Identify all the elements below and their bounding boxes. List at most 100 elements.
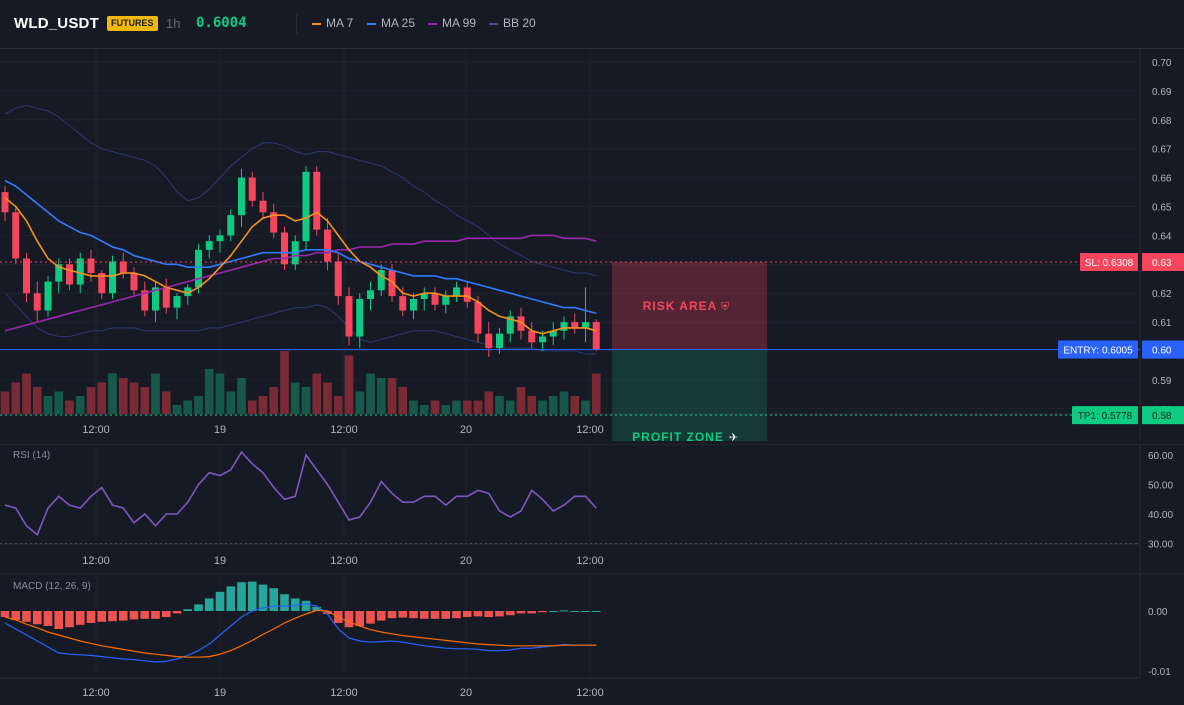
volume-bar — [204, 369, 214, 414]
rsi-tick: 40.00 — [1148, 510, 1173, 521]
rocket-icon: ✈ — [729, 431, 738, 441]
macd-hist-bar — [559, 610, 569, 612]
macd-hist-bar — [161, 611, 171, 617]
legend-ma99-label: MA 99 — [442, 16, 477, 30]
price-tick: 0.66 — [1152, 174, 1172, 185]
macd-hist-bar — [441, 611, 451, 619]
macd-hist-bar — [22, 611, 31, 622]
candle-body — [582, 322, 589, 328]
legend-bb20[interactable]: BB 20 — [489, 16, 536, 30]
level-tags: SL: 0.6308 0.63 ENTRY: 0.6005 0.60 TP1: 0.57… — [1058, 252, 1184, 425]
volume-bar — [344, 355, 354, 414]
candle-body — [205, 241, 213, 250]
macd-hist-bar — [247, 581, 257, 611]
legend-ma99[interactable]: MA 99 — [428, 16, 476, 30]
macd-pane[interactable]: 0.00 -0.01 12:00 19 12:00 20 12:00 — [0, 573, 1184, 705]
macd-axis: 0.00 -0.01 — [1148, 607, 1171, 678]
profit-zone-label: PROFIT ZONE — [632, 430, 724, 441]
candle-body — [109, 261, 116, 294]
timeframe-selector[interactable]: 1h — [166, 16, 180, 31]
volume-bar — [570, 396, 580, 414]
legend-ma7-label: MA 7 — [326, 16, 354, 30]
volume-bar — [215, 373, 225, 414]
macd-hist-bar — [495, 611, 504, 617]
shield-icon: ⛨ — [721, 300, 730, 313]
macd-hist-bar — [355, 611, 365, 626]
candle-body — [12, 212, 20, 259]
volume-bar — [22, 373, 31, 414]
volume-bar — [140, 387, 150, 414]
rsi-time-tick: 20 — [460, 555, 472, 567]
candle-body — [592, 322, 600, 350]
time-tick: 19 — [214, 424, 226, 436]
macd-hist-bar — [65, 611, 74, 628]
macd-hist-bar — [419, 611, 429, 619]
rsi-pane[interactable]: 60.00 50.00 40.00 30.00 12:00 19 12:00 20 12:00 — [0, 444, 1184, 571]
volume-bar — [495, 396, 504, 414]
volume-bar — [54, 391, 64, 414]
price-tick: 0.61 — [1152, 318, 1172, 329]
macd-tick: -0.01 — [1148, 667, 1171, 678]
volume-bar — [151, 373, 160, 414]
macd-hist-bar — [473, 611, 483, 617]
volume-bar — [161, 391, 171, 414]
volume-bar — [505, 400, 515, 414]
price-chart[interactable]: RISK AREA ⛨PROFIT ZONE ✈ 0.700.690.680.670… — [0, 49, 1184, 441]
candle-body — [33, 293, 41, 311]
macd-time-axis: 12:00 19 12:00 20 12:00 — [82, 687, 604, 699]
rsi-axis: 60.00 50.00 40.00 30.00 — [1148, 451, 1173, 551]
symbol-name[interactable]: WLD_USDT — [14, 15, 99, 32]
ma7-swatch-icon — [312, 22, 321, 25]
volume-bar — [97, 382, 107, 414]
price-tick: 0.68 — [1152, 116, 1172, 127]
volume-bar — [441, 405, 451, 414]
candle-body — [130, 272, 138, 291]
volume-bar — [398, 387, 408, 414]
rsi-time-tick: 12:00 — [330, 555, 358, 567]
macd-hist-bar — [516, 611, 526, 614]
candle-body — [367, 290, 374, 299]
volume-bar — [43, 396, 53, 414]
candle-body — [259, 200, 267, 213]
tp-price-tag: 0.58 — [1152, 411, 1172, 422]
volume-bar — [516, 387, 526, 414]
rsi-tick: 50.00 — [1148, 481, 1173, 492]
level-lines — [0, 261, 1140, 416]
macd-hist-bar — [0, 611, 10, 617]
macd-hist-bar — [409, 611, 418, 619]
macd-hist-bar — [538, 611, 547, 613]
candle-body — [356, 298, 364, 337]
rsi-time-tick: 19 — [214, 555, 226, 567]
candle-body — [345, 296, 353, 337]
legend-ma25-label: MA 25 — [381, 16, 416, 30]
time-tick: 12:00 — [576, 424, 604, 436]
price-tick: 0.70 — [1152, 58, 1172, 69]
volume-bar — [183, 400, 193, 414]
candle-body — [528, 330, 536, 343]
header-divider — [296, 14, 297, 34]
macd-time-tick: 20 — [460, 687, 472, 699]
volume-bar — [258, 396, 268, 414]
legend-ma25[interactable]: MA 25 — [367, 16, 415, 30]
price-tick: 0.59 — [1152, 376, 1172, 387]
price-tick: 0.62 — [1152, 289, 1172, 300]
candle-body — [399, 296, 407, 311]
volume-bar — [312, 373, 322, 414]
legend-ma7[interactable]: MA 7 — [312, 16, 353, 30]
macd-label: MACD (12, 26, 9) — [13, 581, 91, 592]
candle-body — [313, 171, 321, 230]
volume-bar — [75, 396, 85, 414]
entry-price-tag: 0.60 — [1152, 346, 1172, 357]
rsi-time-tick: 12:00 — [576, 555, 604, 567]
volume-bar — [108, 373, 117, 414]
macd-hist-bar — [86, 611, 96, 623]
candle-body — [66, 264, 73, 285]
volume-bar — [237, 378, 246, 414]
macd-hist-bar — [32, 611, 42, 625]
macd-time-tick: 12:00 — [82, 687, 110, 699]
volume-bar — [409, 400, 418, 414]
volume-bar — [366, 373, 375, 414]
volume-bar — [559, 391, 569, 414]
last-price: 0.6004 — [196, 15, 247, 31]
macd-hist-bar — [140, 611, 150, 619]
